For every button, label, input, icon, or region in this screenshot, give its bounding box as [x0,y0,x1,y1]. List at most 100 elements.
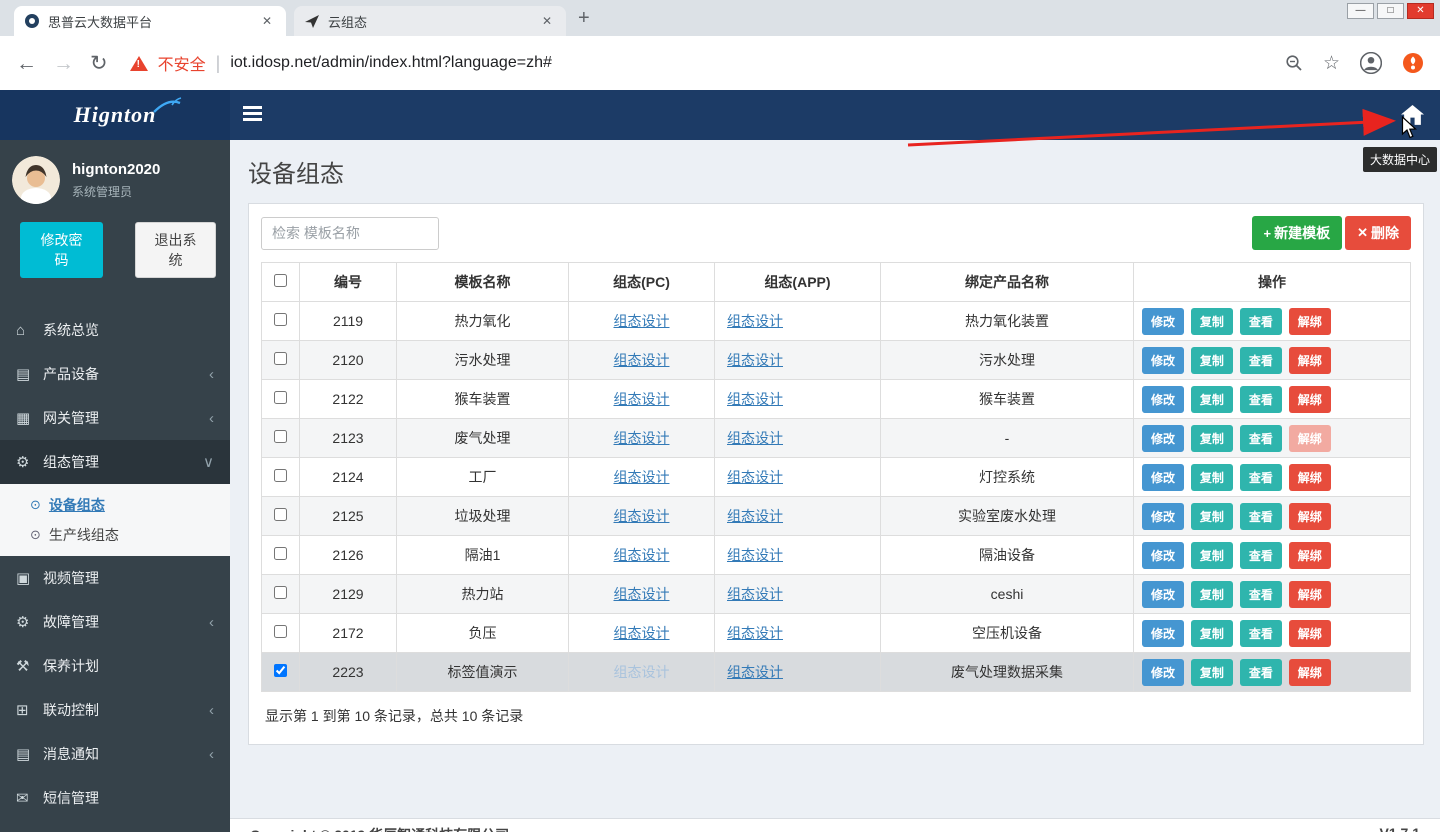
copy-button[interactable]: 复制 [1191,425,1233,452]
view-button[interactable]: 查看 [1240,464,1282,491]
copy-button[interactable]: 复制 [1191,503,1233,530]
app-config-link[interactable]: 组态设计 [727,664,783,680]
row-checkbox[interactable] [274,547,287,560]
pc-config-link[interactable]: 组态设计 [614,391,670,407]
modify-button[interactable]: 修改 [1142,503,1184,530]
copy-button[interactable]: 复制 [1191,542,1233,569]
zoom-icon[interactable] [1285,54,1303,72]
sidebar-item[interactable]: ✉短信管理 [0,776,230,820]
view-button[interactable]: 查看 [1240,386,1282,413]
pc-config-link[interactable]: 组态设计 [614,352,670,368]
reload-icon[interactable]: ↻ [90,53,108,74]
unbind-button[interactable]: 解绑 [1289,464,1331,491]
copy-button[interactable]: 复制 [1191,386,1233,413]
app-config-link[interactable]: 组态设计 [727,547,783,563]
tab-close-icon[interactable]: ✕ [258,12,276,30]
table-row[interactable]: 2126 隔油1 组态设计 组态设计 隔油设备 修改 复制 查看 解绑 [262,536,1411,575]
app-config-link[interactable]: 组态设计 [727,586,783,602]
row-checkbox[interactable] [274,625,287,638]
copy-button[interactable]: 复制 [1191,464,1233,491]
browser-logo-icon[interactable] [1402,52,1424,74]
view-button[interactable]: 查看 [1240,425,1282,452]
view-button[interactable]: 查看 [1240,659,1282,686]
hamburger-menu-icon[interactable] [243,106,262,124]
view-button[interactable]: 查看 [1240,503,1282,530]
copy-button[interactable]: 复制 [1191,308,1233,335]
modify-button[interactable]: 修改 [1142,542,1184,569]
modify-button[interactable]: 修改 [1142,386,1184,413]
unbind-button[interactable]: 解绑 [1289,308,1331,335]
home-icon[interactable] [1395,103,1430,133]
view-button[interactable]: 查看 [1240,308,1282,335]
sidebar-item[interactable]: ⚙组态管理∨ [0,440,230,484]
row-checkbox[interactable] [274,586,287,599]
bookmark-star-icon[interactable]: ☆ [1323,54,1340,73]
pc-config-link[interactable]: 组态设计 [614,664,670,680]
sidebar-item[interactable]: ▣视频管理 [0,556,230,600]
unbind-button[interactable]: 解绑 [1289,386,1331,413]
sidebar-item[interactable]: ▤产品设备‹ [0,352,230,396]
modify-button[interactable]: 修改 [1142,620,1184,647]
table-row[interactable]: 2122 猴车装置 组态设计 组态设计 猴车装置 修改 复制 查看 解绑 [262,380,1411,419]
table-row[interactable]: 2125 垃圾处理 组态设计 组态设计 实验室废水处理 修改 复制 查看 解绑 [262,497,1411,536]
app-config-link[interactable]: 组态设计 [727,508,783,524]
row-checkbox[interactable] [274,430,287,443]
pc-config-link[interactable]: 组态设计 [614,547,670,563]
sidebar-item[interactable]: ⚒保养计划 [0,644,230,688]
table-row[interactable]: 2172 负压 组态设计 组态设计 空压机设备 修改 复制 查看 解绑 [262,614,1411,653]
sidebar-item[interactable]: ⚙故障管理‹ [0,600,230,644]
copy-button[interactable]: 复制 [1191,620,1233,647]
restore-button[interactable]: □ [1377,3,1404,19]
app-logo[interactable]: Hignton [0,90,230,140]
row-checkbox[interactable] [274,508,287,521]
view-button[interactable]: 查看 [1240,347,1282,374]
table-row[interactable]: 2223 标签值演示 组态设计 组态设计 废气处理数据采集 修改 复制 查看 解… [262,653,1411,692]
new-tab-button[interactable]: + [578,7,590,30]
pc-config-link[interactable]: 组态设计 [614,508,670,524]
app-config-link[interactable]: 组态设计 [727,313,783,329]
modify-button[interactable]: 修改 [1142,308,1184,335]
table-row[interactable]: 2124 工厂 组态设计 组态设计 灯控系统 修改 复制 查看 解绑 [262,458,1411,497]
app-config-link[interactable]: 组态设计 [727,469,783,485]
sidebar-item[interactable]: ▤消息通知‹ [0,732,230,776]
profile-icon[interactable] [1360,52,1382,74]
row-checkbox[interactable] [274,313,287,326]
modify-button[interactable]: 修改 [1142,347,1184,374]
change-password-button[interactable]: 修改密码 [20,222,103,278]
sidebar-item[interactable]: ⌂系统总览 [0,308,230,352]
unbind-button[interactable]: 解绑 [1289,542,1331,569]
app-config-link[interactable]: 组态设计 [727,391,783,407]
copy-button[interactable]: 复制 [1191,581,1233,608]
pc-config-link[interactable]: 组态设计 [614,469,670,485]
select-all-checkbox[interactable] [274,274,287,287]
unbind-button[interactable]: 解绑 [1289,425,1331,452]
view-button[interactable]: 查看 [1240,581,1282,608]
modify-button[interactable]: 修改 [1142,659,1184,686]
modify-button[interactable]: 修改 [1142,464,1184,491]
browser-tab-inactive[interactable]: 云组态 ✕ [294,6,566,36]
table-row[interactable]: 2120 污水处理 组态设计 组态设计 污水处理 修改 复制 查看 解绑 [262,341,1411,380]
row-checkbox[interactable] [274,391,287,404]
unbind-button[interactable]: 解绑 [1289,659,1331,686]
pc-config-link[interactable]: 组态设计 [614,430,670,446]
row-checkbox[interactable] [274,664,287,677]
sidebar-subitem[interactable]: ⊙生产线组态 [0,520,230,550]
back-icon[interactable]: ← [16,53,37,74]
table-row[interactable]: 2129 热力站 组态设计 组态设计 ceshi 修改 复制 查看 解绑 [262,575,1411,614]
view-button[interactable]: 查看 [1240,620,1282,647]
close-button[interactable]: ✕ [1407,3,1434,19]
modify-button[interactable]: 修改 [1142,425,1184,452]
new-template-button[interactable]: +新建模板 [1252,216,1343,250]
sidebar-item[interactable]: ▦网关管理‹ [0,396,230,440]
delete-button[interactable]: ✕删除 [1345,216,1411,250]
forward-icon[interactable]: → [53,53,74,74]
sidebar-subitem[interactable]: ⊙设备组态 [0,490,230,520]
unbind-button[interactable]: 解绑 [1289,503,1331,530]
pc-config-link[interactable]: 组态设计 [614,313,670,329]
app-config-link[interactable]: 组态设计 [727,625,783,641]
tab-close-icon[interactable]: ✕ [538,12,556,30]
pc-config-link[interactable]: 组态设计 [614,586,670,602]
minimize-button[interactable]: — [1347,3,1374,19]
browser-tab-active[interactable]: 思普云大数据平台 ✕ [14,6,286,36]
row-checkbox[interactable] [274,352,287,365]
